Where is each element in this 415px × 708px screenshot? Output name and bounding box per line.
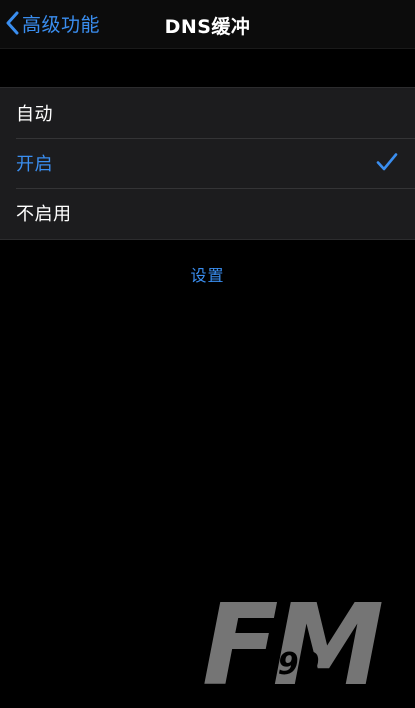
settings-link[interactable]: 设置	[0, 262, 415, 286]
option-label: 自动	[16, 104, 53, 125]
option-disabled[interactable]: 不启用	[0, 188, 415, 238]
page-title: DNS缓冲	[164, 16, 251, 38]
dns-options-list: 自动 开启 不启用	[0, 87, 415, 240]
svg-text:4399: 4399	[235, 647, 320, 682]
option-auto[interactable]: 自动	[0, 88, 415, 138]
option-label: 不启用	[16, 204, 72, 225]
checkmark-icon	[376, 152, 398, 176]
option-enabled[interactable]: 开启	[0, 138, 415, 188]
watermark-logo: FM 4399	[198, 581, 389, 708]
navigation-bar: 高级功能 DNS缓冲	[0, 0, 415, 49]
option-label: 开启	[16, 154, 53, 175]
